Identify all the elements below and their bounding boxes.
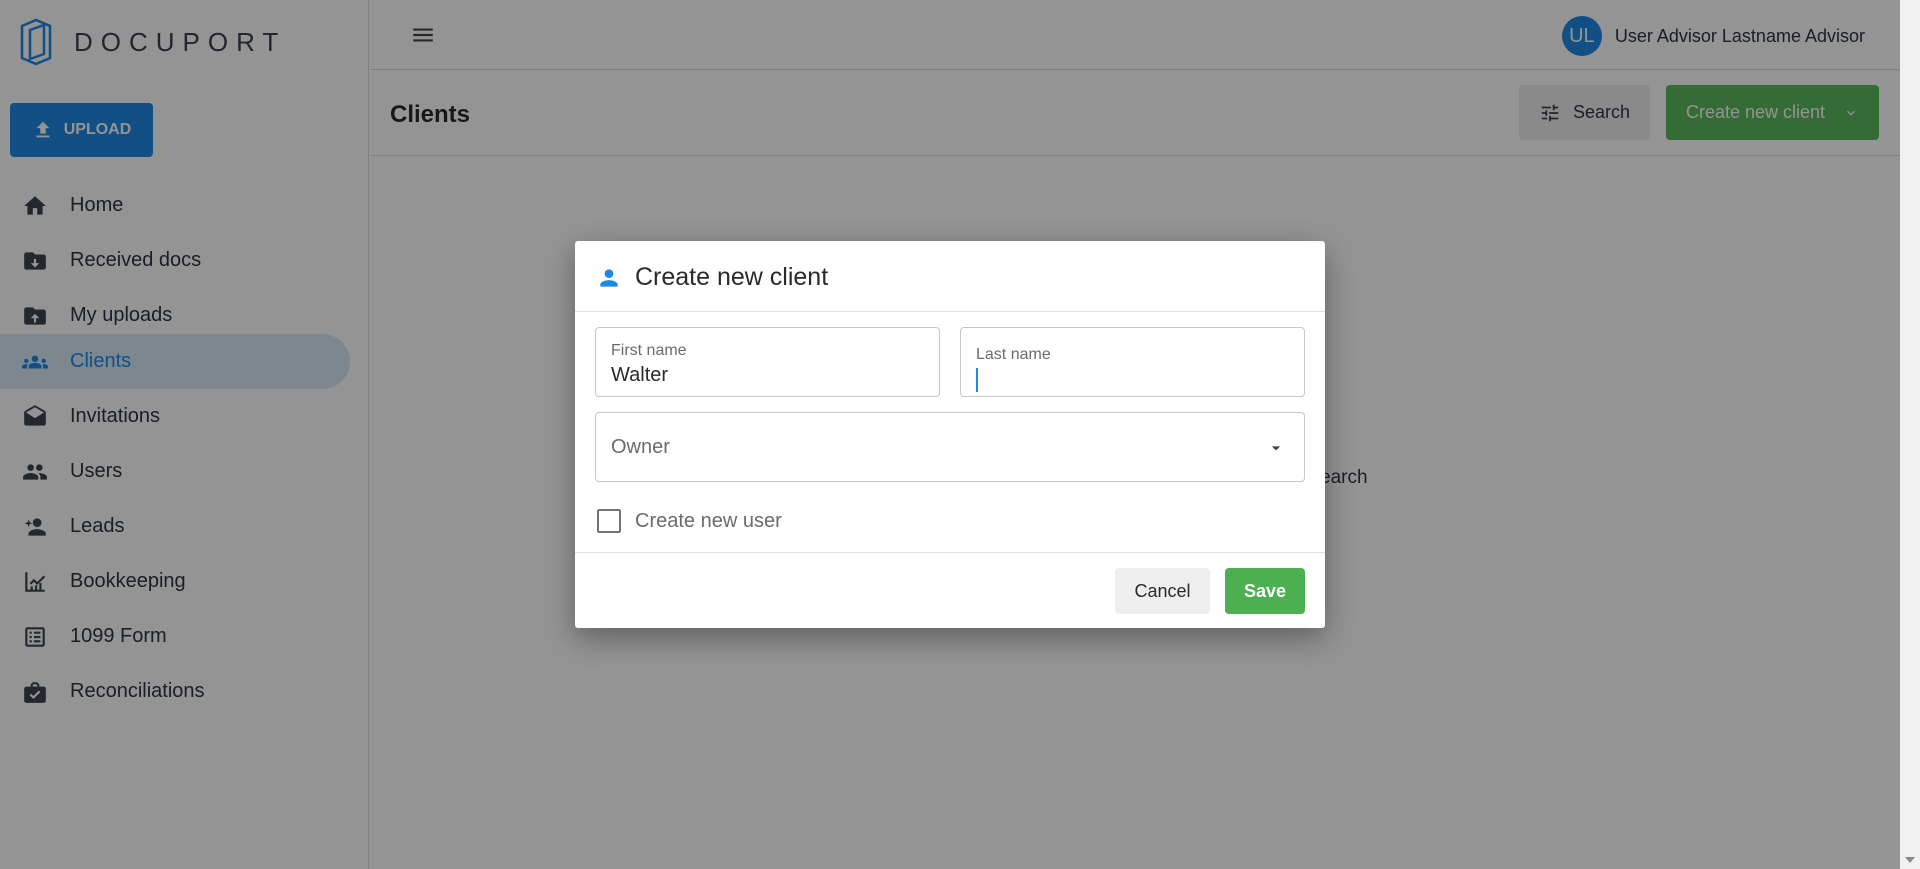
owner-select[interactable]: Owner xyxy=(595,412,1305,482)
create-new-user-option[interactable]: Create new user xyxy=(597,509,782,533)
last-name-label: Last name xyxy=(976,346,1051,363)
scroll-down-arrow-icon[interactable] xyxy=(1905,857,1915,863)
last-name-field[interactable]: Last name xyxy=(960,327,1305,397)
create-new-user-checkbox[interactable] xyxy=(597,509,621,533)
save-button[interactable]: Save xyxy=(1225,568,1305,614)
page-scrollbar[interactable] xyxy=(1900,0,1920,869)
person-icon xyxy=(596,265,622,291)
first-name-value: Walter xyxy=(611,364,669,386)
create-new-user-label: Create new user xyxy=(635,509,782,532)
dialog-header: Create new client xyxy=(575,241,1325,312)
owner-label: Owner xyxy=(611,436,670,458)
first-name-label: First name xyxy=(611,342,687,359)
dialog-title: Create new client xyxy=(635,263,829,291)
cancel-button[interactable]: Cancel xyxy=(1115,568,1210,614)
first-name-field[interactable]: First name Walter xyxy=(595,327,940,397)
create-client-dialog: Create new client First name Walter Last… xyxy=(575,241,1325,628)
dropdown-arrow-icon[interactable] xyxy=(1266,438,1286,458)
text-cursor xyxy=(976,368,978,392)
dialog-footer: Cancel Save xyxy=(575,552,1325,628)
